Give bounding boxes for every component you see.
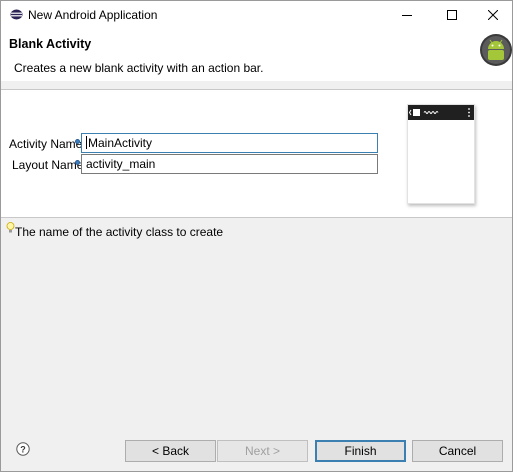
lightbulb-icon xyxy=(6,222,15,234)
layout-name-value: activity_main xyxy=(86,157,156,171)
close-button[interactable] xyxy=(474,1,512,29)
wizard-header: Blank Activity Creates a new blank activ… xyxy=(1,29,512,81)
title-bar: New Android Application xyxy=(1,1,512,29)
action-bar-preview xyxy=(408,105,474,120)
page-title: Blank Activity xyxy=(9,37,92,51)
page-description: Creates a new blank activity with an act… xyxy=(14,61,264,75)
layout-name-field[interactable]: activity_main xyxy=(81,154,378,174)
eclipse-app-icon xyxy=(10,9,23,20)
activity-name-label: Activity Name xyxy=(9,137,83,151)
help-question-icon[interactable]: ? xyxy=(16,442,30,456)
finish-button[interactable]: Finish xyxy=(315,440,406,462)
activity-name-value: MainActivity xyxy=(88,136,153,150)
cancel-button[interactable]: Cancel xyxy=(412,440,503,462)
maximize-icon xyxy=(446,10,457,20)
new-android-application-dialog: New Android Application Blank Activity C… xyxy=(0,0,513,472)
maximize-button[interactable] xyxy=(429,1,474,29)
layout-name-info-icon xyxy=(75,160,80,165)
layout-name-label: Layout Name xyxy=(12,158,84,172)
window-title: New Android Application xyxy=(28,8,158,22)
minimize-icon xyxy=(401,15,412,16)
close-icon xyxy=(488,10,498,20)
activity-name-info-icon xyxy=(75,139,80,144)
minimize-button[interactable] xyxy=(384,1,429,29)
help-area: The name of the activity class to create xyxy=(1,218,512,428)
activity-preview-image xyxy=(407,104,475,204)
text-caret xyxy=(86,136,87,149)
help-description: The name of the activity class to create xyxy=(15,225,224,239)
next-button[interactable]: Next > xyxy=(217,440,308,462)
android-logo-icon xyxy=(479,33,512,67)
back-button[interactable]: < Back xyxy=(125,440,216,462)
activity-name-field[interactable]: MainActivity xyxy=(81,133,378,153)
svg-text:?: ? xyxy=(20,445,26,455)
